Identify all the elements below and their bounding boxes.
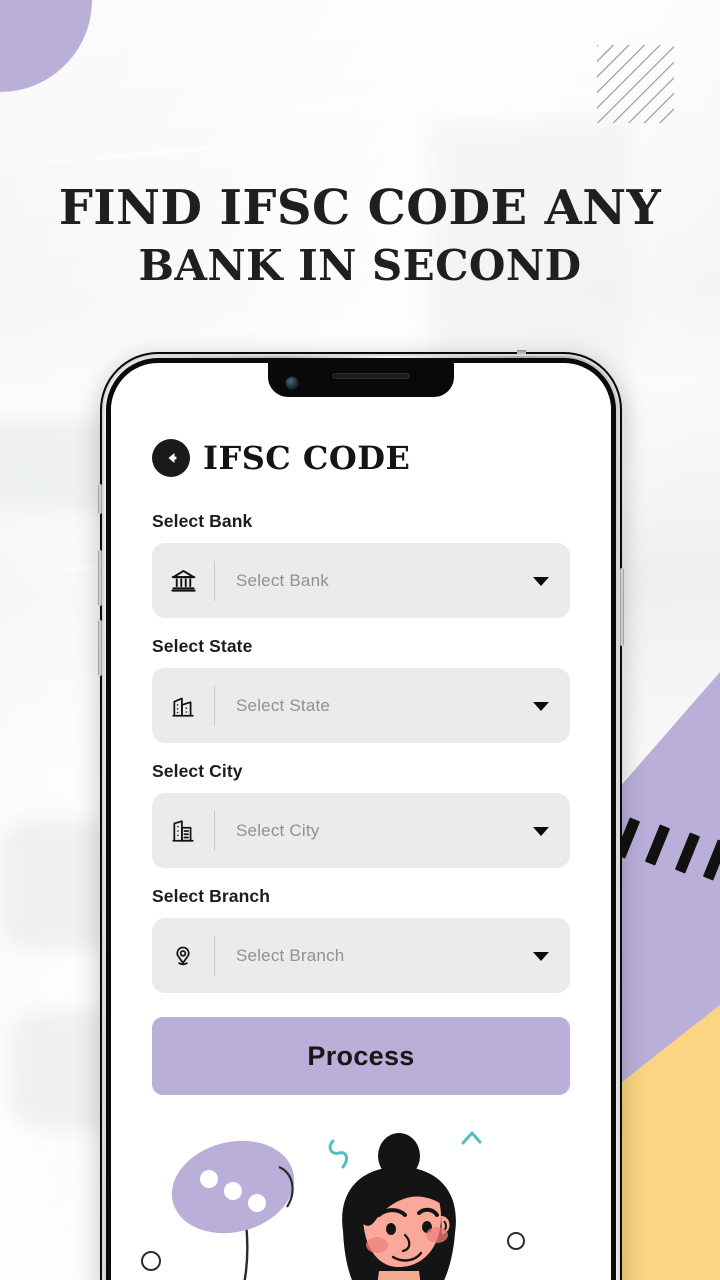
phone-power-button <box>620 568 624 646</box>
placeholder-select-branch: Select Branch <box>236 945 345 965</box>
hatch-square-decoration <box>597 45 674 123</box>
phone-volume-up-button <box>98 550 102 606</box>
earpiece-speaker <box>332 373 410 379</box>
phone-mockup: IFSC CODE Select Bank Select Bank Select… <box>98 350 624 1280</box>
dash-marks-decoration <box>612 800 720 881</box>
page-title: IFSC CODE <box>203 439 411 477</box>
label-select-branch: Select Branch <box>152 886 271 906</box>
dropdown-select-bank[interactable]: Select Bank <box>152 543 570 618</box>
field-group-bank: Select Bank Select Bank <box>152 511 570 618</box>
bank-icon <box>152 567 214 594</box>
phone-volume-down-button <box>98 620 102 676</box>
city-buildings-icon <box>152 693 214 719</box>
placeholder-select-city: Select City <box>236 820 320 840</box>
arrow-left-icon <box>168 453 177 463</box>
headline-line-2: BANK IN SECOND <box>138 241 582 290</box>
phone-notch <box>268 363 454 397</box>
dropdown-select-state[interactable]: Select State <box>152 668 570 743</box>
field-group-city: Select City Select City <box>152 761 570 868</box>
poster-canvas: FIND IFSC CODE ANY BANK IN SECOND IFSC C… <box>0 0 720 1280</box>
dropdown-select-branch[interactable]: Select Branch <box>152 918 570 993</box>
location-pin-icon <box>152 943 214 969</box>
label-select-state: Select State <box>152 636 253 656</box>
label-select-bank: Select Bank <box>152 511 253 531</box>
field-group-state: Select State Select State <box>152 636 570 743</box>
placeholder-select-state: Select State <box>236 695 331 715</box>
chevron-down-icon[interactable] <box>531 699 551 713</box>
illustration-woman-with-chat-bubble <box>141 1131 525 1280</box>
field-group-branch: Select Branch Select Branch <box>152 886 570 993</box>
headline-line-1: FIND IFSC CODE ANY <box>58 180 662 236</box>
label-select-city: Select City <box>152 761 243 781</box>
chevron-down-icon[interactable] <box>531 949 551 963</box>
process-button[interactable]: Process <box>152 1017 570 1095</box>
app-header: IFSC CODE <box>152 439 570 477</box>
phone-mute-switch <box>98 484 102 514</box>
back-button[interactable] <box>152 439 190 477</box>
placeholder-select-bank: Select Bank <box>236 570 329 590</box>
office-building-icon <box>152 818 214 844</box>
dropdown-select-city[interactable]: Select City <box>152 793 570 868</box>
poster-headline: FIND IFSC CODE ANY BANK IN SECOND <box>0 178 720 294</box>
chevron-down-icon[interactable] <box>531 824 551 838</box>
phone-screen: IFSC CODE Select Bank Select Bank Select… <box>111 363 611 1280</box>
phone-top-antenna-line <box>517 350 526 356</box>
chevron-down-icon[interactable] <box>531 574 551 588</box>
front-camera-icon <box>286 377 298 389</box>
